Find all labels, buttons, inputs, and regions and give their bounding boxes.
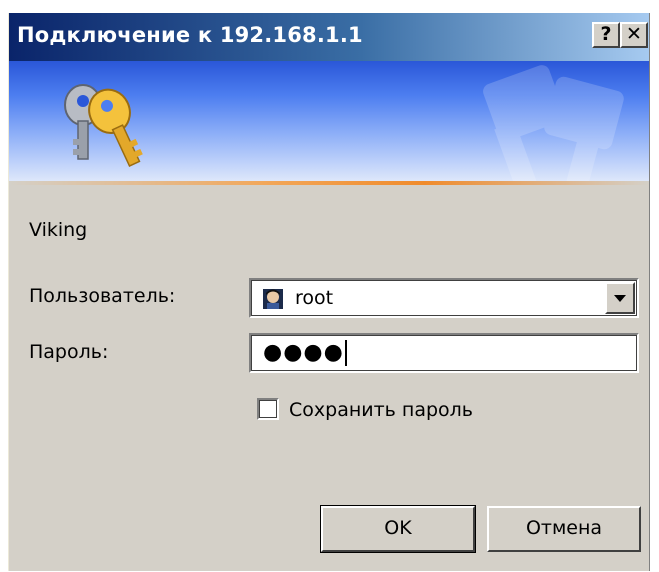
user-avatar-icon bbox=[263, 289, 283, 309]
keys-icon bbox=[64, 84, 143, 167]
login-dialog: Подключение к 192.168.1.1 ? ✕ Viking Пол… bbox=[8, 13, 650, 571]
window-title: Подключение к 192.168.1.1 bbox=[17, 23, 363, 47]
help-button[interactable]: ? bbox=[592, 22, 620, 48]
password-dots: ●●●● bbox=[263, 340, 344, 365]
password-value: ●●●● bbox=[263, 340, 347, 366]
server-name: Viking bbox=[29, 219, 88, 241]
keys-watermark-icon bbox=[483, 65, 624, 184]
ok-button[interactable]: OK bbox=[320, 505, 476, 553]
remember-password-checkbox[interactable] bbox=[257, 398, 279, 420]
remember-password-label[interactable]: Сохранить пароль bbox=[289, 399, 473, 421]
banner bbox=[9, 61, 649, 184]
password-field[interactable]: ●●●● bbox=[249, 333, 639, 373]
text-caret bbox=[344, 340, 347, 366]
username-combobox[interactable]: root bbox=[249, 278, 639, 318]
banner-accent-line bbox=[9, 181, 649, 185]
username-value: root bbox=[295, 287, 334, 309]
user-label: Пользователь: bbox=[29, 285, 176, 307]
title-bar[interactable]: Подключение к 192.168.1.1 ? ✕ bbox=[9, 13, 649, 61]
cancel-button[interactable]: Отмена bbox=[487, 506, 641, 552]
password-label: Пароль: bbox=[29, 341, 109, 363]
chevron-down-icon[interactable] bbox=[605, 282, 635, 314]
close-button[interactable]: ✕ bbox=[620, 22, 648, 48]
